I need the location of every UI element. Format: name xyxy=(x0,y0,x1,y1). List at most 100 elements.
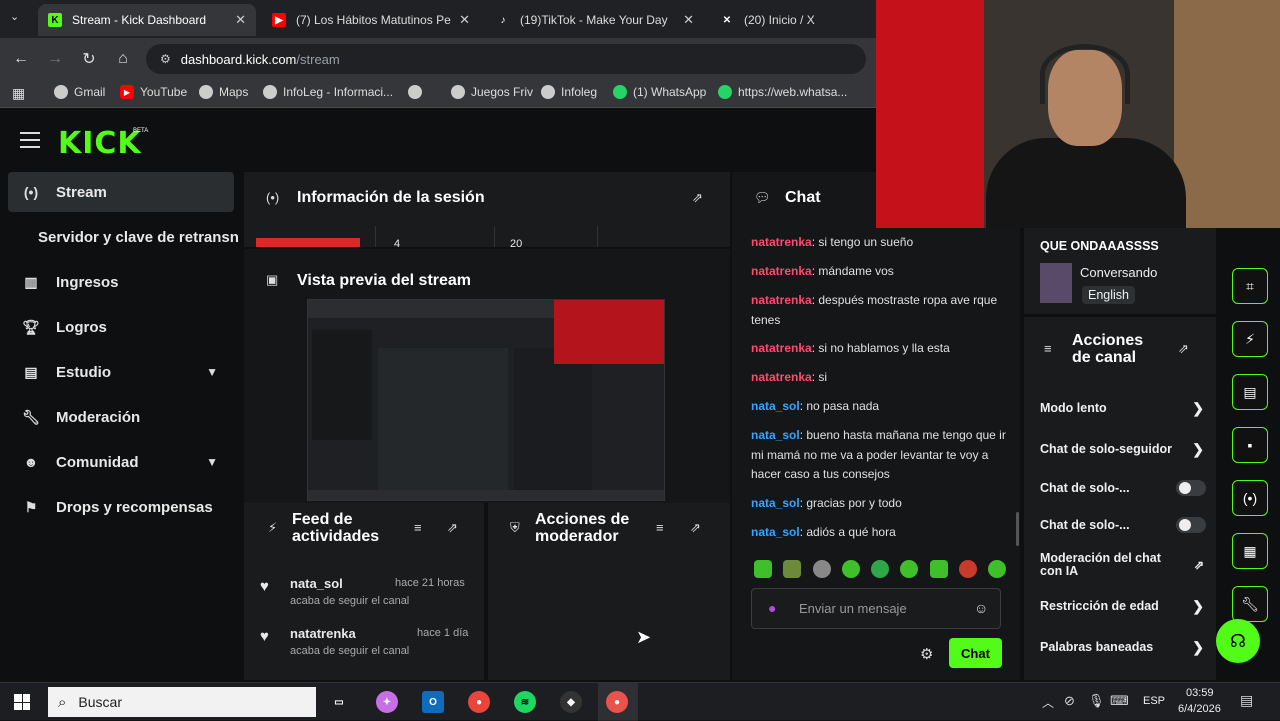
broadcast-button[interactable]: (•) xyxy=(1232,480,1268,516)
chat-user[interactable]: nata_sol xyxy=(751,496,800,510)
chat-send-button[interactable]: Chat xyxy=(949,638,1002,668)
bookmark-whatsapp[interactable]: (1) WhatsApp xyxy=(613,85,706,99)
nav-server-key[interactable]: Servidor y clave de retransn xyxy=(8,217,239,257)
chat-button[interactable]: ▪ xyxy=(1232,427,1268,463)
close-icon[interactable]: ✕ xyxy=(235,12,246,28)
chat-user[interactable]: natatrenka xyxy=(751,235,812,249)
chevron-down-icon[interactable]: ▼ xyxy=(206,365,218,379)
bookmark-whatsapp-web[interactable]: https://web.whatsa... xyxy=(718,85,847,99)
kick-logo[interactable]: KICK xyxy=(58,126,142,161)
notes-button[interactable]: ▤ xyxy=(1232,374,1268,410)
spotify-icon[interactable]: ≋ xyxy=(514,691,536,713)
popout-icon[interactable]: ⇗ xyxy=(1178,341,1189,357)
notifications-icon[interactable]: ▤ xyxy=(1240,692,1253,709)
nav-logros[interactable]: 🏆︎ Logros xyxy=(8,307,234,347)
outlook-icon[interactable]: O xyxy=(422,691,444,713)
home-icon[interactable]: ⌂ xyxy=(112,48,134,70)
bookmark-infoleg-2[interactable]: Infoleg xyxy=(541,85,597,99)
emote-icon[interactable] xyxy=(929,560,948,578)
emote-icon[interactable] xyxy=(841,560,860,578)
popout-icon[interactable]: ⇗ xyxy=(447,520,458,536)
chat-user[interactable]: nata_sol xyxy=(751,428,800,442)
filter-icon[interactable]: ≡ xyxy=(656,520,664,535)
nav-stream[interactable]: (•) Stream xyxy=(8,172,234,212)
apps-icon[interactable]: ▦ xyxy=(12,85,25,102)
followers-only-row[interactable]: Chat de solo-seguidor ❯ xyxy=(1040,439,1208,459)
tab-search-button[interactable]: ⌄ xyxy=(10,10,19,23)
bookmark-gmail[interactable]: Gmail xyxy=(54,85,105,99)
bookmark-infoleg[interactable]: InfoLeg - Informaci... xyxy=(263,85,393,99)
emote-icon[interactable] xyxy=(958,560,977,578)
bookmark-maps[interactable]: Maps xyxy=(199,85,248,99)
bolt-button[interactable]: ⚡︎ xyxy=(1232,321,1268,357)
app-icon[interactable]: ◆ xyxy=(560,691,582,713)
chat-user[interactable]: natatrenka xyxy=(751,341,812,355)
emote-icon[interactable] xyxy=(988,560,1006,578)
keyboard-icon[interactable]: ⌨ xyxy=(1110,693,1129,709)
microphone-icon[interactable]: 🎙︎ xyxy=(1088,693,1105,709)
fullscreen-button[interactable]: ⌗ xyxy=(1232,268,1268,304)
nav-moderacion[interactable]: 🔧︎ Moderación xyxy=(8,397,234,437)
chat-user[interactable]: natatrenka xyxy=(751,264,812,278)
age-restriction-row[interactable]: Restricción de edad ❯ xyxy=(1040,596,1208,616)
nav-comunidad[interactable]: ☻ Comunidad ▼ xyxy=(8,442,234,482)
clock-date[interactable]: 6/4/2026 xyxy=(1178,703,1221,715)
nav-drops[interactable]: ⚑ Drops y recompensas xyxy=(8,487,234,527)
filter-icon[interactable]: ≡ xyxy=(414,520,422,535)
emoji-icon[interactable]: ☺ xyxy=(974,600,988,616)
ai-moderation-row[interactable]: Moderación del chat con IA ⇗ xyxy=(1040,549,1208,581)
task-view-icon[interactable]: ▭ xyxy=(328,691,350,713)
feed-time: hace 21 horas xyxy=(395,577,465,589)
url-input[interactable]: ⚙ dashboard.kick.com/stream xyxy=(146,44,866,74)
chrome-icon[interactable]: ● xyxy=(468,691,490,713)
banned-words-row[interactable]: Palabras baneadas ❯ xyxy=(1040,637,1208,657)
windows-start-icon[interactable] xyxy=(14,694,30,710)
emote-icon[interactable] xyxy=(783,560,802,578)
back-icon[interactable]: ← xyxy=(10,48,32,70)
chat-user[interactable]: natatrenka xyxy=(751,293,812,307)
emote-icon[interactable] xyxy=(900,560,919,578)
language-indicator[interactable]: ESP xyxy=(1143,695,1165,707)
close-icon[interactable]: ✕ xyxy=(683,12,694,28)
close-icon[interactable]: ✕ xyxy=(459,12,470,28)
taskbar-search-input[interactable]: ⌕ Buscar xyxy=(48,687,316,717)
chat-scrollbar[interactable] xyxy=(1016,512,1019,546)
emote-icon[interactable] xyxy=(871,560,889,578)
emote-icon[interactable] xyxy=(754,560,772,578)
chat-user[interactable]: nata_sol xyxy=(751,399,800,413)
nav-estudio[interactable]: ▤ Estudio ▼ xyxy=(8,352,234,392)
chat-message-input[interactable]: ● Enviar un mensaje ☺ xyxy=(751,588,1001,629)
forward-icon[interactable]: → xyxy=(44,48,66,70)
subs-only-toggle[interactable] xyxy=(1176,480,1206,496)
mic-icon[interactable]: ● xyxy=(768,600,776,616)
emote-icon[interactable] xyxy=(812,560,831,578)
tab-youtube[interactable]: ▶ (7) Los Hábitos Matutinos Perfe ✕ xyxy=(262,4,480,36)
bookmark-unnamed[interactable] xyxy=(408,85,428,99)
bookmark-youtube[interactable]: ▶ YouTube xyxy=(120,85,187,99)
reload-icon[interactable]: ↻ xyxy=(78,48,100,70)
studio-button[interactable]: ▦ xyxy=(1232,533,1268,569)
clock-time[interactable]: 03:59 xyxy=(1186,687,1214,699)
chat-settings-icon[interactable]: ⚙ xyxy=(920,645,933,663)
emotes-only-toggle[interactable] xyxy=(1176,517,1206,533)
popout-icon[interactable]: ⇗ xyxy=(690,520,701,536)
site-info-icon[interactable]: ⚙ xyxy=(160,52,171,66)
copilot-icon[interactable]: ✦ xyxy=(376,691,398,713)
stream-preview-video[interactable] xyxy=(307,299,665,501)
popout-icon[interactable]: ⇗ xyxy=(692,190,703,206)
wrench-button[interactable]: 🔧︎ xyxy=(1232,586,1268,622)
chat-message: natatrenka: después mostraste ropa ave r… xyxy=(751,293,998,327)
support-button[interactable]: ☊ xyxy=(1216,619,1260,663)
menu-icon[interactable] xyxy=(20,132,40,153)
chevron-up-icon[interactable]: ︿ xyxy=(1042,694,1054,711)
chat-user[interactable]: natatrenka xyxy=(751,370,812,384)
nav-ingresos[interactable]: ▥ Ingresos xyxy=(8,262,234,302)
bookmark-juegos-friv[interactable]: Juegos Friv xyxy=(451,85,533,99)
chevron-down-icon[interactable]: ▼ xyxy=(206,455,218,469)
tab-x[interactable]: ✕ (20) Inicio / X xyxy=(710,4,876,36)
chat-user[interactable]: nata_sol xyxy=(751,525,800,539)
tab-tiktok[interactable]: ♪ (19)TikTok - Make Your Day ✕ xyxy=(486,4,704,36)
slow-mode-row[interactable]: Modo lento ❯ xyxy=(1040,398,1208,418)
network-icon[interactable]: ⊘ xyxy=(1064,693,1075,709)
tab-kick-dashboard[interactable]: K Stream - Kick Dashboard ✕ xyxy=(38,4,256,36)
